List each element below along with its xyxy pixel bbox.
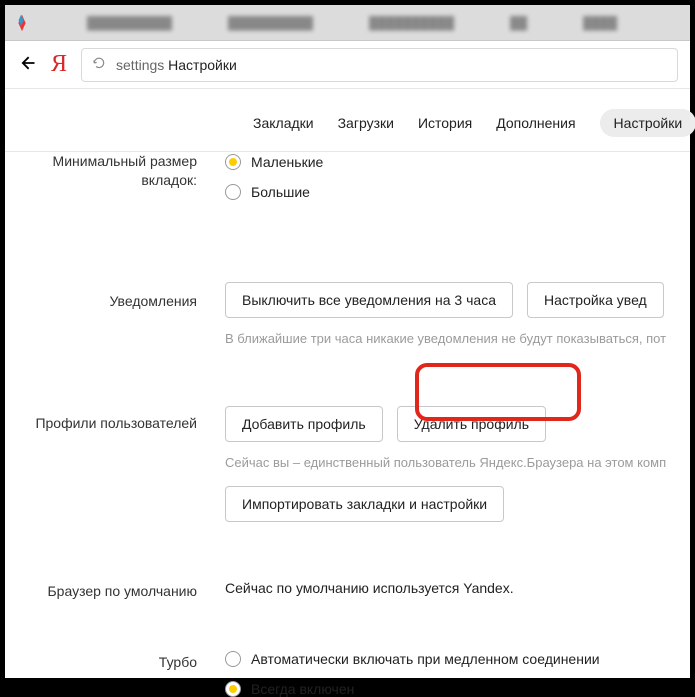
reload-icon[interactable] (92, 56, 106, 73)
default-browser-text: Сейчас по умолчанию используется Yandex. (225, 580, 670, 596)
section-min-tab-size: Минимальный размер вкладок: Маленькие Бо… (5, 152, 690, 224)
back-icon[interactable] (17, 53, 37, 76)
import-bookmarks-button[interactable]: Импортировать закладки и настройки (225, 486, 504, 522)
nav-extensions[interactable]: Дополнения (496, 115, 575, 131)
radio-turbo-auto[interactable]: Автоматически включать при медленном сое… (225, 651, 670, 667)
notifications-label: Уведомления (25, 282, 225, 348)
omnibox-text: settings Настройки (116, 57, 237, 73)
radio-icon (225, 184, 241, 200)
omnibox[interactable]: settings Настройки (81, 48, 678, 82)
toolbar: Я settings Настройки (5, 41, 690, 89)
section-notifications: Уведомления Выключить все уведомления на… (5, 272, 690, 358)
notifications-hint: В ближайшие три часа никакие уведомления… (225, 330, 670, 348)
tab-label-5[interactable]: ████ (583, 16, 617, 30)
add-profile-button[interactable]: Добавить профиль (225, 406, 383, 442)
delete-profile-button[interactable]: Удалить профиль (397, 406, 546, 442)
nav-history[interactable]: История (418, 115, 472, 131)
section-profiles: Профили пользователей Добавить профиль У… (5, 396, 690, 532)
radio-icon (225, 681, 241, 697)
tab-label-1[interactable]: ██████████ (87, 16, 172, 30)
mute-notifications-button[interactable]: Выключить все уведомления на 3 часа (225, 282, 513, 318)
radio-icon (225, 651, 241, 667)
turbo-label: Турбо (25, 651, 225, 697)
section-turbo: Турбо Автоматически включать при медленн… (5, 641, 690, 697)
nav-bookmarks[interactable]: Закладки (253, 115, 314, 131)
tab-strip: ██████████ ██████████ ██████████ ██ ████ (5, 5, 690, 41)
radio-turbo-always[interactable]: Всегда включен (225, 681, 670, 697)
nav-downloads[interactable]: Загрузки (338, 115, 394, 131)
profiles-hint: Сейчас вы – единственный пользователь Ян… (225, 454, 670, 472)
min-tab-size-label: Минимальный размер вкладок: (25, 152, 225, 214)
profiles-label: Профили пользователей (25, 406, 225, 522)
section-default-browser: Браузер по умолчанию Сейчас по умолчанию… (5, 570, 690, 611)
nav-settings[interactable]: Настройки (600, 109, 695, 137)
tab-favicon-0[interactable] (13, 14, 31, 32)
settings-nav: Закладки Загрузки История Дополнения Нас… (5, 89, 690, 152)
yandex-logo[interactable]: Я (51, 51, 67, 78)
default-browser-label: Браузер по умолчанию (25, 580, 225, 601)
tab-label-2[interactable]: ██████████ (228, 16, 313, 30)
tab-label-3[interactable]: ██████████ (369, 16, 454, 30)
settings-content: Минимальный размер вкладок: Маленькие Бо… (5, 152, 690, 697)
radio-large[interactable]: Большие (225, 184, 670, 200)
configure-notifications-button[interactable]: Настройка увед (527, 282, 664, 318)
radio-small[interactable]: Маленькие (225, 154, 670, 170)
tab-label-4[interactable]: ██ (510, 16, 527, 30)
radio-icon (225, 154, 241, 170)
